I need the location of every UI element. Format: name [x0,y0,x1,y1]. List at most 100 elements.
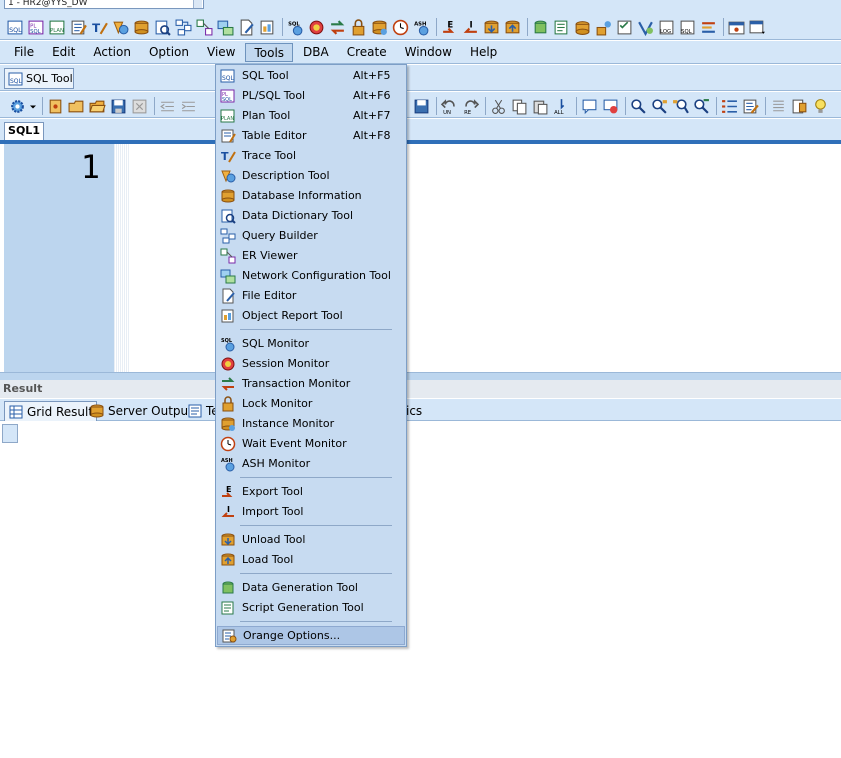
menu-item-database-information[interactable]: Database Information [217,186,405,205]
menu-item-plan-tool[interactable]: PLAN Plan Tool Alt+F7 [217,106,405,125]
indent-icon[interactable] [179,97,198,116]
menu-item-transaction-monitor[interactable]: Transaction Monitor [217,374,405,393]
load-tool-icon[interactable] [503,18,522,37]
menu-item-unload-tool[interactable]: Unload Tool [217,530,405,549]
window-icon[interactable] [727,18,746,37]
menu-item-network-configuration-tool[interactable]: Network Configuration Tool [217,266,405,285]
close-file-icon[interactable] [130,97,149,116]
uncomment-icon[interactable] [601,97,620,116]
tablespace-icon[interactable] [573,18,592,37]
menu-item-lock-monitor[interactable]: Lock Monitor [217,394,405,413]
tab-sql1[interactable]: SQL1 [4,122,44,141]
menu-item-trace-tool[interactable]: T Trace Tool [217,146,405,165]
export-tool-icon[interactable]: E [440,18,459,37]
trace-tool-icon[interactable]: T [90,18,109,37]
save-icon[interactable] [109,97,128,116]
database-information-icon[interactable] [132,18,151,37]
menu-item-instance-monitor[interactable]: Instance Monitor [217,414,405,433]
checklist-icon[interactable] [615,18,634,37]
wait-event-monitor-icon[interactable] [391,18,410,37]
menu-item-data-dictionary-tool[interactable]: Data Dictionary Tool [217,206,405,225]
script-generation-icon[interactable] [552,18,571,37]
table-editor-icon[interactable] [69,18,88,37]
unload-tool-icon[interactable] [482,18,501,37]
menu-item-session-monitor[interactable]: Session Monitor [217,354,405,373]
sql-monitor-icon[interactable]: SQL [286,18,305,37]
list-view-icon[interactable] [769,97,788,116]
connection-select[interactable]: 1 - HR2@YYS_DW [4,0,204,9]
er-viewer-icon[interactable] [195,18,214,37]
new-file-icon[interactable] [46,97,65,116]
outdent-icon[interactable] [158,97,177,116]
select-all-icon[interactable]: ALL [552,97,571,116]
bar-chart-icon[interactable] [699,18,718,37]
menu-view[interactable]: View [199,43,243,62]
menu-help[interactable]: Help [462,43,505,62]
window-list-icon[interactable] [748,18,767,37]
ash-monitor-icon[interactable]: ASH [412,18,431,37]
file-editor-icon[interactable] [237,18,256,37]
numbered-list-icon[interactable] [720,97,739,116]
paste-icon[interactable] [531,97,550,116]
menu-item-er-viewer[interactable]: ER Viewer [217,246,405,265]
transaction-monitor-icon[interactable] [328,18,347,37]
execute-gear-icon[interactable] [8,97,27,116]
menu-item-plsql-tool[interactable]: PL SQL PL/SQL Tool Alt+F6 [217,86,405,105]
chevron-down-icon[interactable] [193,0,202,8]
menu-item-import-tool[interactable]: I Import Tool [217,502,405,521]
cut-icon[interactable] [489,97,508,116]
menu-item-orange-options[interactable]: Orange Options... [217,626,405,645]
find-previous-icon[interactable] [671,97,690,116]
undo-icon[interactable]: UN [440,97,459,116]
network-configuration-icon[interactable] [216,18,235,37]
menu-item-script-generation-tool[interactable]: Script Generation Tool [217,598,405,617]
plan-tool-icon[interactable]: PLAN [48,18,67,37]
plsql-tool-icon[interactable]: PL SQL [27,18,46,37]
tab-sql-tool[interactable]: SQL SQL Tool [4,68,74,89]
menu-item-sql-tool[interactable]: SQL SQL Tool Alt+F5 [217,66,405,85]
menu-item-ash-monitor[interactable]: ASH ASH Monitor [217,454,405,473]
find-next-icon[interactable] [650,97,669,116]
menu-item-sql-monitor[interactable]: SQL SQL Monitor [217,334,405,353]
chevron-down-icon[interactable] [29,97,37,116]
menu-item-export-tool[interactable]: E Export Tool [217,482,405,501]
security-icon[interactable] [636,18,655,37]
menu-item-description-tool[interactable]: Description Tool [217,166,405,185]
tab-server-output[interactable]: Server Output [86,401,196,421]
log-icon[interactable]: LOG [657,18,676,37]
properties-icon[interactable] [790,97,809,116]
menu-item-data-generation-tool[interactable]: Data Generation Tool [217,578,405,597]
new-folder-icon[interactable] [67,97,86,116]
menu-item-object-report-tool[interactable]: Object Report Tool [217,306,405,325]
query-builder-icon[interactable] [174,18,193,37]
import-tool-icon[interactable]: I [461,18,480,37]
sql-list-icon[interactable]: SQL [678,18,697,37]
data-generation-icon[interactable] [531,18,550,37]
instance-monitor-icon[interactable] [370,18,389,37]
menu-item-file-editor[interactable]: File Editor [217,286,405,305]
grid-corner-cell[interactable] [2,424,18,443]
menu-tools[interactable]: Tools [245,42,294,62]
object-report-icon[interactable] [258,18,277,37]
find-icon[interactable] [629,97,648,116]
lock-monitor-icon[interactable] [349,18,368,37]
sql-tool-icon[interactable]: SQL [6,18,25,37]
tip-lightbulb-icon[interactable] [811,97,830,116]
menu-action[interactable]: Action [85,43,139,62]
redo-icon[interactable]: RE [461,97,480,116]
menu-item-wait-event-monitor[interactable]: Wait Event Monitor [217,434,405,453]
session-monitor-icon[interactable] [307,18,326,37]
menu-edit[interactable]: Edit [44,43,83,62]
menu-file[interactable]: File [6,43,42,62]
menu-item-table-editor[interactable]: Table Editor Alt+F8 [217,126,405,145]
menu-item-query-builder[interactable]: Query Builder [217,226,405,245]
tab-grid-result[interactable]: Grid Result [4,401,98,421]
menu-create[interactable]: Create [339,43,395,62]
menu-dba[interactable]: DBA [295,43,337,62]
user-lock-icon[interactable] [594,18,613,37]
menu-window[interactable]: Window [397,43,460,62]
grid-result-area[interactable] [0,421,841,758]
menu-item-load-tool[interactable]: Load Tool [217,550,405,569]
open-folder-icon[interactable] [88,97,107,116]
panel-splitter[interactable] [0,372,841,380]
